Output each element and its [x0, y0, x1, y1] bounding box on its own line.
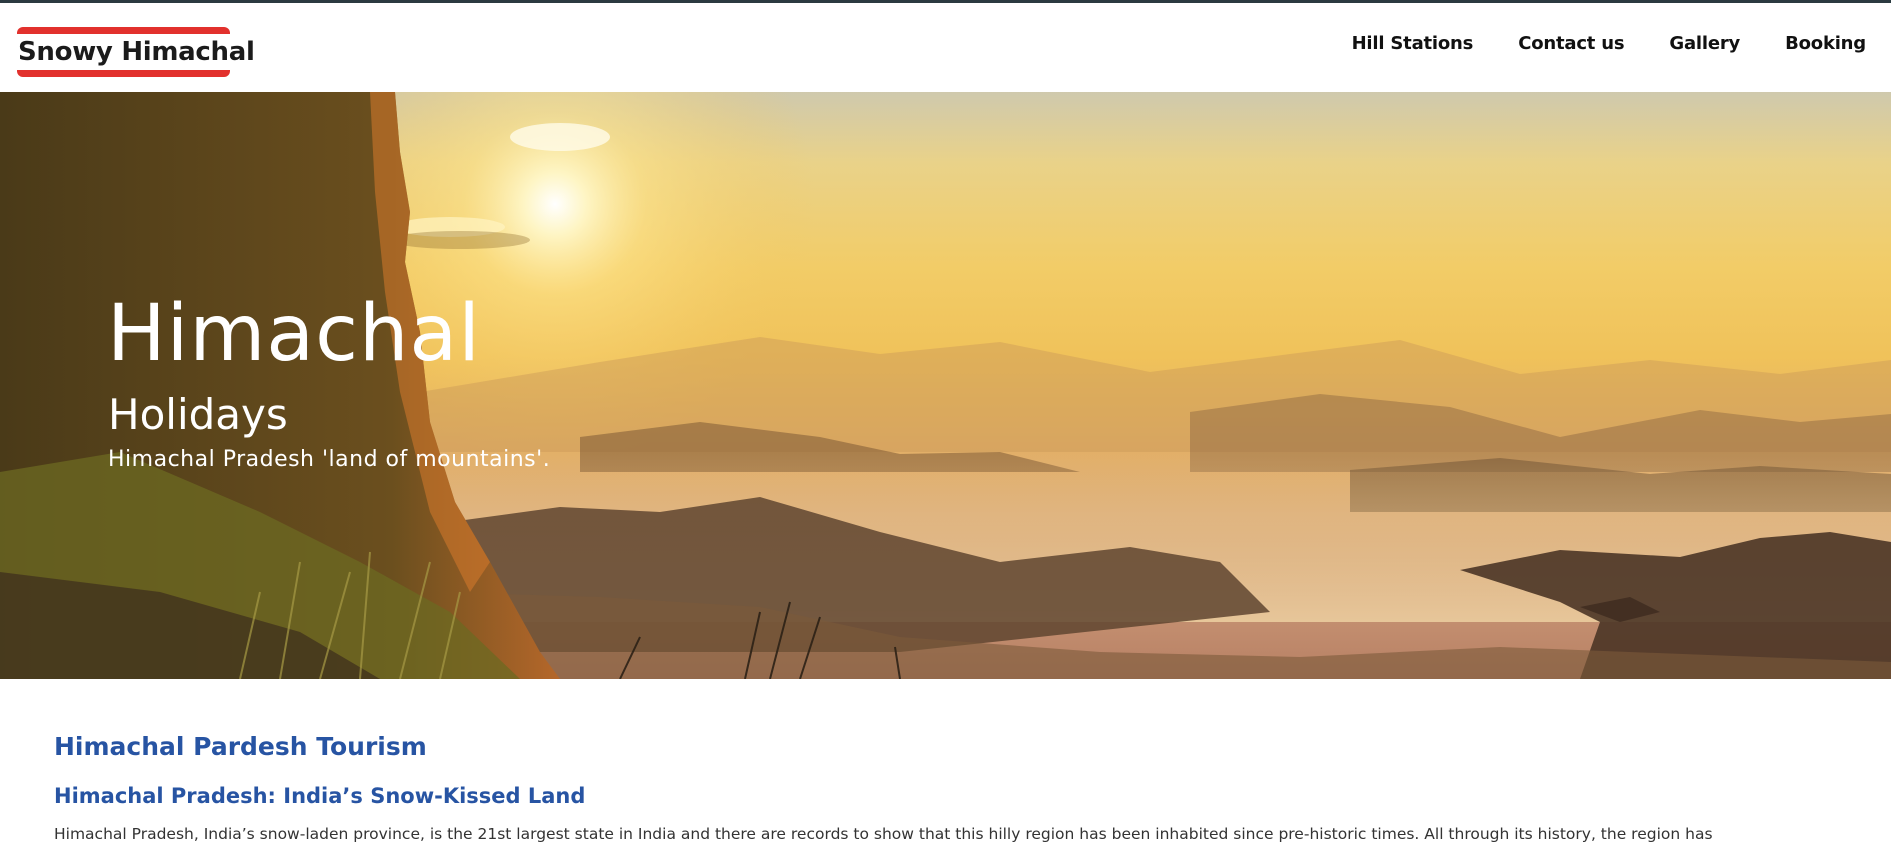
- hero-landscape-image: [0, 92, 1891, 679]
- section-title: Himachal Pardesh Tourism: [54, 732, 427, 761]
- hero-tagline: Himachal Pradesh 'land of mountains'.: [108, 447, 551, 472]
- brand-logo-inner: Snowy Himachal: [17, 34, 255, 70]
- nav-gallery[interactable]: Gallery: [1669, 33, 1740, 54]
- main-nav: Hill Stations Contact us Gallery Booking: [1307, 33, 1867, 54]
- section-body-text: Himachal Pradesh, India’s snow-laden pro…: [54, 825, 1713, 842]
- hero-title: Himachal: [107, 289, 481, 379]
- nav-hill-stations[interactable]: Hill Stations: [1352, 33, 1474, 54]
- hero-subtitle: Holidays: [108, 390, 288, 439]
- navbar: Snowy Himachal Hill Stations Contact us …: [0, 3, 1891, 92]
- nav-contact-us[interactable]: Contact us: [1518, 33, 1624, 54]
- nav-booking[interactable]: Booking: [1785, 33, 1866, 54]
- brand-name[interactable]: Snowy Himachal: [18, 37, 255, 67]
- brand-logo[interactable]: Snowy Himachal: [17, 27, 255, 77]
- hero-banner: Himachal Holidays Himachal Pradesh 'land…: [0, 92, 1891, 679]
- section-subtitle: Himachal Pradesh: India’s Snow-Kissed La…: [54, 784, 586, 808]
